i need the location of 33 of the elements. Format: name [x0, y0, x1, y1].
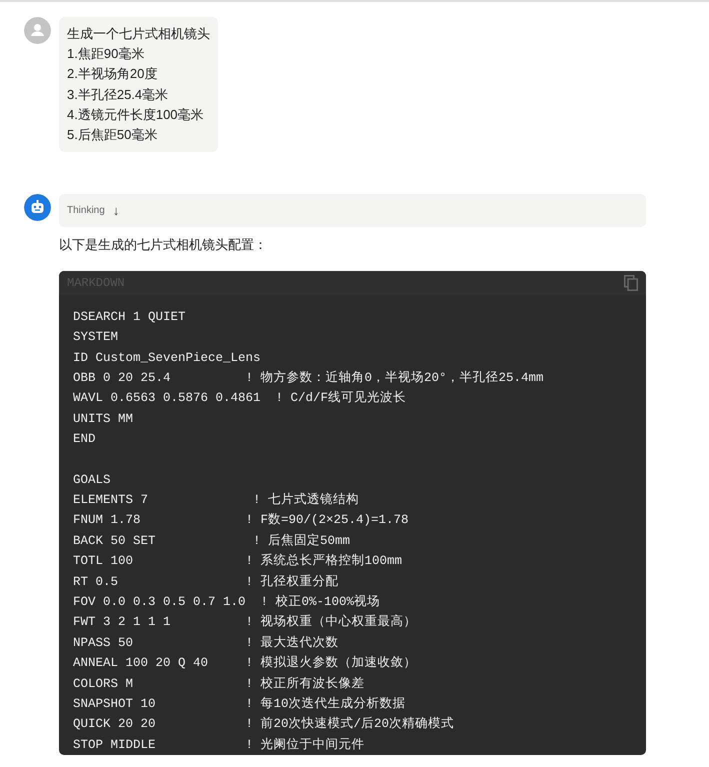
message-line: 1.焦距90毫米 — [67, 45, 146, 64]
code-line: ANNEAL 100 20 Q 40 ! 模拟退火参数（加速收敛） — [73, 654, 418, 672]
thinking-label: Thinking — [67, 204, 105, 218]
code-line: QUICK 20 20 ! 前20次快速模式/后20次精确模式 — [73, 716, 456, 734]
bot-avatar-icon — [24, 194, 51, 222]
code-line: BACK 50 SET ! 后焦固定50mm — [73, 532, 352, 550]
code-line: NPASS 50 ! 最大迭代次数 — [73, 634, 340, 652]
code-line: UNITS MM — [73, 410, 134, 428]
code-line: SYSTEM — [73, 329, 120, 346]
code-line: COLORS M ! 校正所有波长像差 — [73, 676, 366, 693]
message-line: 4.透镜元件长度100毫米 — [67, 106, 205, 124]
expand-toggle[interactable]: ↓ — [112, 200, 120, 220]
code-line: DSEARCH 1 QUIET — [73, 308, 187, 326]
code-line: RT 0.5 ! 孔径权重分配 — [73, 574, 340, 591]
code-line: END — [73, 431, 97, 448]
message-line: 生成一个七片式相机镜头 — [67, 25, 210, 43]
code-line: OBB 0 20 25.4 ! 物方参数：近轴角0，半视场20°，半孔径25.4mm — [73, 370, 545, 387]
code-line: GOALS — [73, 472, 112, 489]
code-line: FOV 0.0 0.3 0.5 0.7 1.0 ! 校正0%-100%视场 — [73, 594, 382, 611]
code-line: ELEMENTS 7 ! 七片式透镜结构 — [73, 492, 360, 509]
code-line: FWT 3 2 1 1 1 ! 视场权重（中心权重最高） — [73, 614, 418, 632]
code-line: SNAPSHOT 10 ! 每10次迭代生成分析数据 — [73, 696, 407, 714]
code-line: FNUM 1.78 ! F数=90/(2×25.4)=1.78 — [73, 512, 410, 530]
message-line: 5.后焦距50毫米 — [67, 126, 158, 144]
copy-icon[interactable] — [624, 274, 638, 291]
response-text: 以下是生成的七片式相机镜头配置： — [59, 236, 268, 254]
message-line: 2.半视场角20度 — [67, 65, 158, 84]
code-line: WAVL 0.6563 0.5876 0.4861 ! C/d/F线可见光波长 — [73, 390, 408, 408]
code-line: STOP MIDDLE ! 光阑位于中间元件 — [73, 736, 366, 754]
code-line: ID Custom_SevenPiece_Lens — [73, 350, 262, 367]
message-line: 3.半孔径25.4毫米 — [67, 86, 170, 104]
user-avatar-icon — [24, 17, 51, 44]
code-line: TOTL 100 ! 系统总长严格控制100mm — [73, 552, 404, 570]
